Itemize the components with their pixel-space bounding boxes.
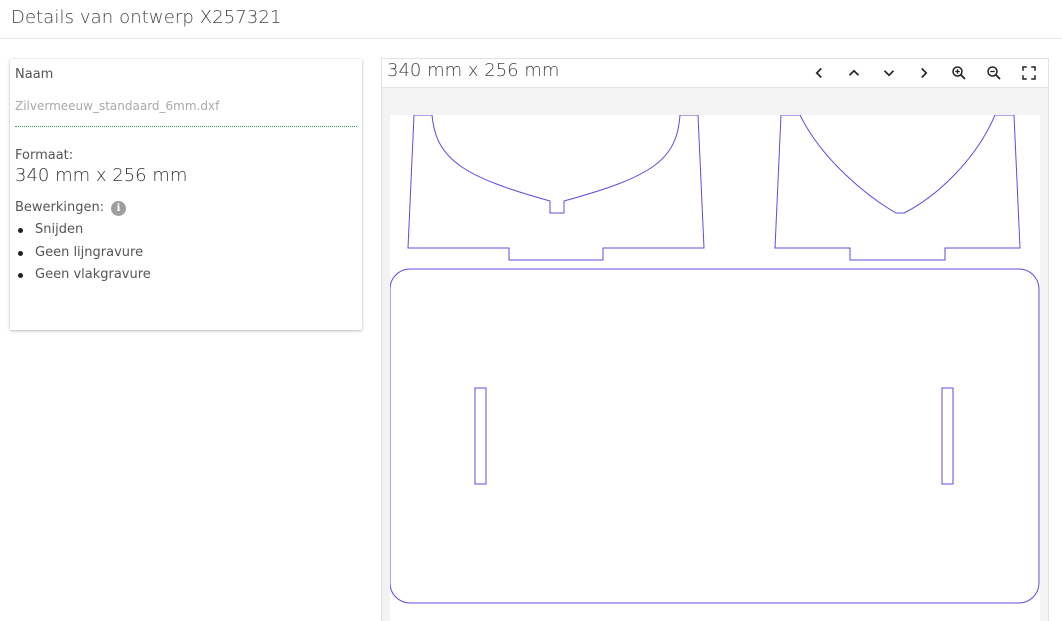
name-field-underline xyxy=(15,126,357,127)
design-drawing xyxy=(390,115,1040,604)
format-label: Formaat: xyxy=(15,148,74,163)
previous-button[interactable] xyxy=(808,62,830,84)
design-info-card: Naam Zilvermeeuw_standaard_6mm.dxf Forma… xyxy=(10,59,362,330)
chevron-up-icon xyxy=(848,69,860,76)
operation-item-line-engraving: Geen lijngravure xyxy=(15,242,151,265)
page-title: Details van ontwerp X257321 xyxy=(11,7,282,28)
chevron-right-icon xyxy=(921,67,928,79)
operations-list: Snijden Geen lijngravure Geen vlakgravur… xyxy=(15,219,151,287)
cut-path-slot-right xyxy=(941,387,954,485)
zoom-out-icon xyxy=(987,66,1001,80)
name-label: Naam xyxy=(15,67,54,82)
title-divider xyxy=(0,38,1062,39)
operation-item-area-engraving: Geen vlakgravure xyxy=(15,264,151,287)
cut-path-left-piece xyxy=(407,115,705,261)
chevron-down-icon xyxy=(883,70,895,77)
design-canvas[interactable] xyxy=(390,115,1040,621)
preview-toolbar: 340 mm x 256 mm xyxy=(382,59,1048,88)
down-button[interactable] xyxy=(878,62,900,84)
next-button[interactable] xyxy=(913,62,935,84)
fullscreen-button[interactable] xyxy=(1018,62,1040,84)
operations-label: Bewerkingen: xyxy=(15,200,105,215)
preview-size-label: 340 mm x 256 mm xyxy=(387,60,560,81)
cut-path-right-piece xyxy=(774,115,1021,261)
zoom-in-icon xyxy=(952,66,966,80)
design-preview-panel: 340 mm x 256 mm xyxy=(381,58,1049,621)
chevron-left-icon xyxy=(815,67,822,79)
design-outlines xyxy=(390,115,1040,604)
zoom-out-button[interactable] xyxy=(983,62,1005,84)
cut-path-slot-left xyxy=(474,387,487,485)
up-button[interactable] xyxy=(843,62,865,84)
zoom-in-button[interactable] xyxy=(948,62,970,84)
format-value: 340 mm x 256 mm xyxy=(15,165,188,186)
info-icon[interactable]: i xyxy=(111,201,126,216)
operation-item-cutting: Snijden xyxy=(15,219,151,242)
name-field[interactable]: Zilvermeeuw_standaard_6mm.dxf xyxy=(15,99,219,113)
fullscreen-icon xyxy=(1022,66,1036,80)
